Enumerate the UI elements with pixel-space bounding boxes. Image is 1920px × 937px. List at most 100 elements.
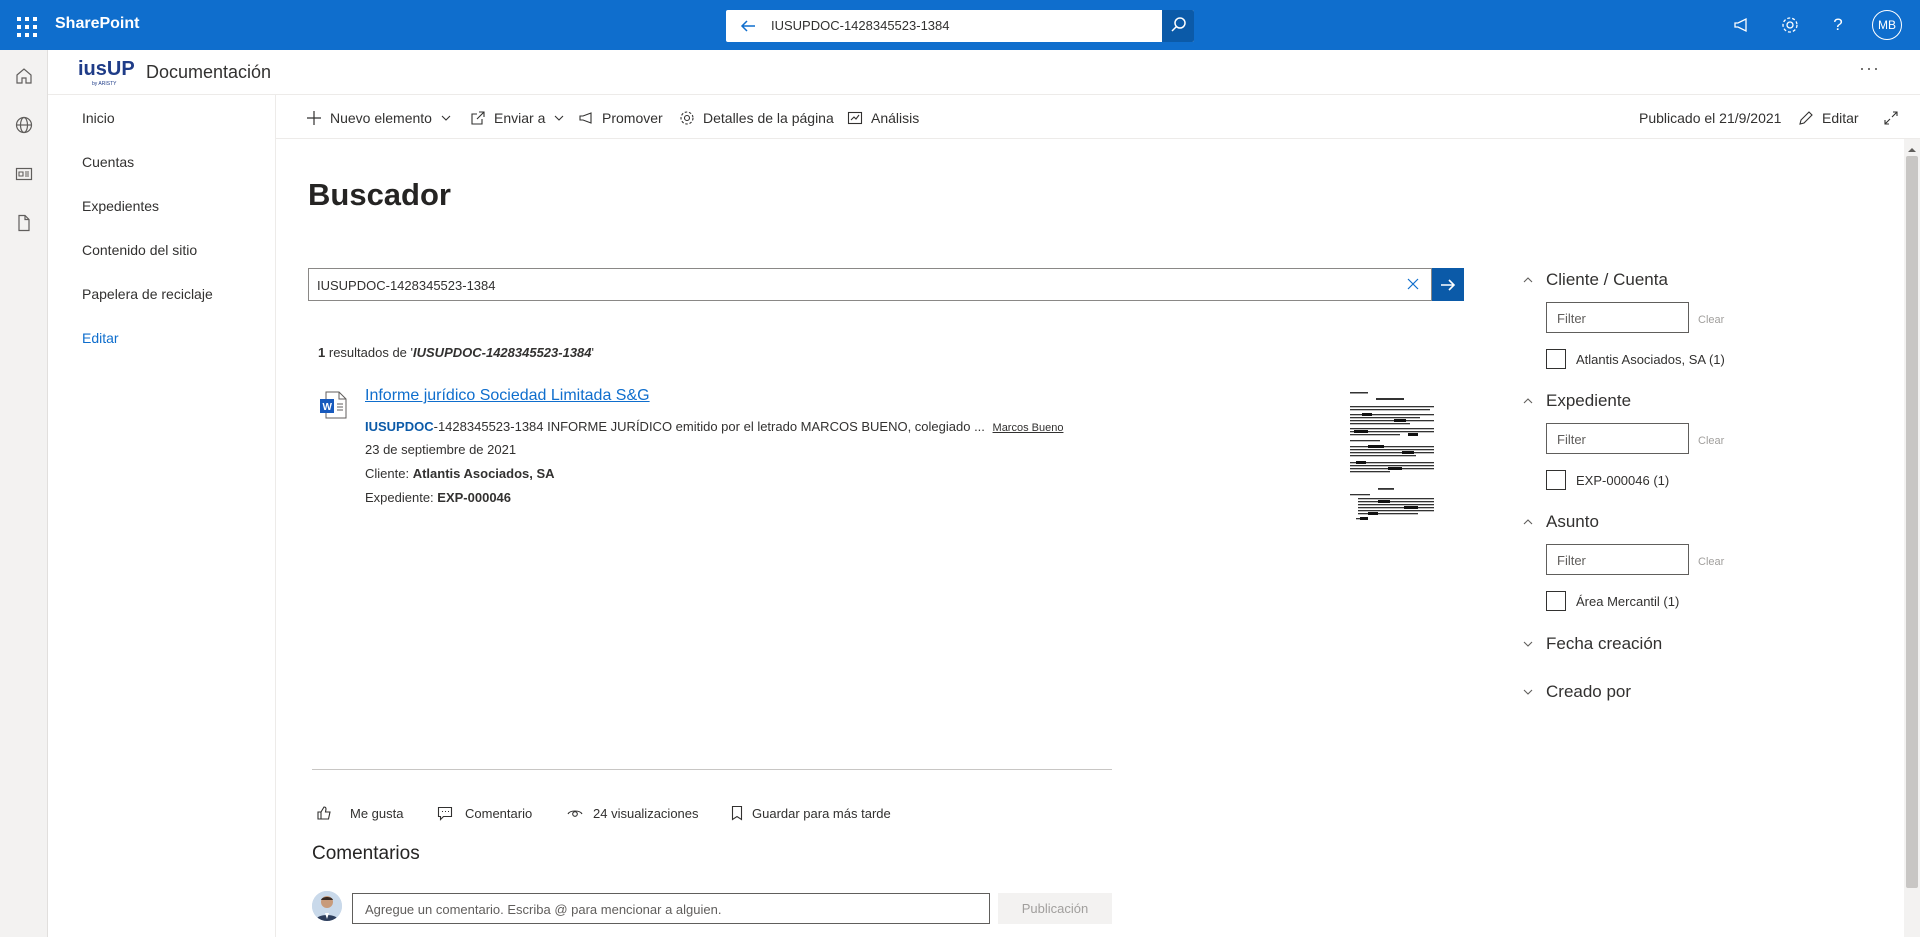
search-input-value[interactable]: IUSUPDOC-1428345523-1384 bbox=[317, 278, 496, 293]
commenter-avatar bbox=[312, 891, 342, 921]
refiner-creado-title: Creado por bbox=[1546, 682, 1632, 701]
news-icon[interactable] bbox=[12, 162, 36, 186]
eye-icon bbox=[567, 810, 583, 817]
content-divider bbox=[312, 769, 1112, 770]
scrollbar-thumb[interactable] bbox=[1906, 156, 1918, 888]
analytics-icon bbox=[847, 111, 863, 125]
arrow-right-icon bbox=[1441, 278, 1456, 291]
result-file: Expediente: EXP-000046 bbox=[365, 490, 512, 505]
page-details-button[interactable]: Detalles de la página bbox=[679, 108, 834, 128]
share-icon bbox=[471, 111, 485, 125]
nav-item-inicio[interactable]: Inicio bbox=[82, 110, 115, 126]
expand-icon[interactable] bbox=[1883, 108, 1899, 128]
nav-item-papelera[interactable]: Papelera de reciclaje bbox=[82, 286, 213, 302]
nav-item-expedientes[interactable]: Expedientes bbox=[82, 198, 159, 214]
back-arrow-icon[interactable] bbox=[738, 16, 758, 36]
suite-search-input[interactable]: IUSUPDOC-1428345523-1384 bbox=[771, 18, 950, 33]
svg-text:iusUP: iusUP bbox=[78, 58, 135, 80]
globe-icon[interactable] bbox=[12, 113, 36, 137]
search-input[interactable]: IUSUPDOC-1428345523-1384 bbox=[308, 268, 1432, 301]
site-title[interactable]: Documentación bbox=[146, 62, 271, 83]
app-bar bbox=[0, 50, 48, 937]
refiner-cliente-header[interactable]: Cliente / Cuenta bbox=[1522, 268, 1668, 292]
chevron-up-icon bbox=[1523, 519, 1533, 525]
page-title: Buscador bbox=[308, 177, 451, 212]
clear-search-icon[interactable] bbox=[1405, 276, 1421, 296]
send-to-button[interactable]: Enviar a bbox=[470, 108, 565, 128]
refiner-asunto-clear[interactable]: Clear bbox=[1698, 556, 1724, 568]
comment-label: Comentario bbox=[465, 805, 533, 821]
published-date: Publicado el 21/9/2021 bbox=[1639, 110, 1782, 126]
suite-search-button[interactable] bbox=[1162, 10, 1194, 42]
suite-search-box[interactable]: IUSUPDOC-1428345523-1384 bbox=[726, 10, 1194, 42]
refiner-asunto-header[interactable]: Asunto bbox=[1522, 510, 1599, 534]
comment-button[interactable]: Comentario bbox=[437, 803, 532, 823]
chevron-up-icon bbox=[1523, 277, 1533, 283]
published-status: Publicado el 21/9/2021 bbox=[1639, 108, 1781, 128]
site-header: iusUP by ARISTY Documentación ··· bbox=[48, 50, 1920, 95]
checkbox[interactable] bbox=[1546, 349, 1566, 369]
refiner-fecha-title: Fecha creación bbox=[1546, 634, 1663, 653]
refiner-expediente-clear[interactable]: Clear bbox=[1698, 435, 1724, 447]
edit-page-button[interactable]: Editar bbox=[1798, 108, 1859, 128]
refiner-expediente-title: Expediente bbox=[1546, 391, 1632, 410]
refiner-asunto-filter[interactable]: Filter bbox=[1546, 544, 1689, 575]
save-for-later-button[interactable]: Guardar para más tarde bbox=[730, 803, 891, 823]
like-button[interactable]: Me gusta bbox=[316, 803, 403, 823]
new-item-button[interactable]: Nuevo elemento bbox=[306, 108, 452, 128]
save-for-later-label: Guardar para más tarde bbox=[752, 805, 891, 821]
result-client: Cliente: Atlantis Asociados, SA bbox=[365, 466, 555, 481]
nav-item-cuentas[interactable]: Cuentas bbox=[82, 154, 134, 170]
result-title-link[interactable]: Informe jurídico Sociedad Limitada S&G bbox=[365, 387, 650, 405]
more-options-icon[interactable]: ··· bbox=[1859, 58, 1880, 79]
help-icon[interactable]: ? bbox=[1824, 11, 1852, 39]
result-author-link[interactable]: Marcos Bueno bbox=[993, 422, 1064, 434]
edit-page-label: Editar bbox=[1822, 110, 1859, 126]
send-to-label: Enviar a bbox=[494, 110, 546, 126]
command-bar: Nuevo elemento Enviar a Promover Detalle… bbox=[276, 95, 1920, 139]
checkbox[interactable] bbox=[1546, 591, 1566, 611]
checkbox[interactable] bbox=[1546, 470, 1566, 490]
refiner-creado-header[interactable]: Creado por bbox=[1522, 680, 1631, 704]
results-count: 1 resultados de 'IUSUPDOC-1428345523-138… bbox=[318, 345, 594, 360]
result-snippet: IUSUPDOC-1428345523-1384 INFORME JURÍDIC… bbox=[365, 419, 1064, 434]
site-logo[interactable]: iusUP by ARISTY bbox=[78, 57, 138, 87]
document-icon[interactable] bbox=[12, 211, 36, 235]
gear-icon[interactable] bbox=[1776, 11, 1804, 39]
refiner-expediente-filter[interactable]: Filter bbox=[1546, 423, 1689, 454]
comments-heading: Comentarios bbox=[312, 843, 420, 864]
refiner-expediente-option[interactable]: EXP-000046 (1) bbox=[1546, 470, 1669, 490]
page-details-label: Detalles de la página bbox=[703, 110, 834, 126]
comment-input[interactable]: Agregue un comentario. Escriba @ para me… bbox=[352, 893, 990, 924]
views-count: 24 visualizaciones bbox=[567, 803, 699, 823]
left-navigation: Inicio Cuentas Expedientes Contenido del… bbox=[48, 95, 276, 937]
post-comment-button[interactable]: Publicación bbox=[998, 893, 1112, 924]
app-brand[interactable]: SharePoint bbox=[55, 15, 139, 33]
nav-edit-link[interactable]: Editar bbox=[82, 330, 119, 346]
megaphone-icon[interactable] bbox=[1728, 11, 1756, 39]
refiner-asunto-title: Asunto bbox=[1546, 512, 1599, 531]
search-submit-button[interactable] bbox=[1432, 268, 1464, 301]
refiner-asunto-option[interactable]: Área Mercantil (1) bbox=[1546, 591, 1679, 611]
new-item-label: Nuevo elemento bbox=[330, 110, 432, 126]
views-label: 24 visualizaciones bbox=[593, 805, 699, 821]
nav-item-contenido-del-sitio[interactable]: Contenido del sitio bbox=[82, 242, 197, 258]
refiner-expediente-header[interactable]: Expediente bbox=[1522, 389, 1631, 413]
scroll-up-arrow-icon[interactable] bbox=[1906, 142, 1918, 152]
home-icon[interactable] bbox=[12, 64, 36, 88]
chevron-down-icon bbox=[1523, 641, 1533, 647]
refiner-cliente-filter[interactable]: Filter bbox=[1546, 302, 1689, 333]
promote-button[interactable]: Promover bbox=[578, 108, 663, 128]
refiner-cliente-option[interactable]: Atlantis Asociados, SA (1) bbox=[1546, 349, 1725, 369]
search-icon bbox=[1171, 17, 1186, 32]
user-avatar[interactable]: MB bbox=[1872, 10, 1902, 40]
refiner-fecha-header[interactable]: Fecha creación bbox=[1522, 632, 1662, 656]
refiner-cliente-title: Cliente / Cuenta bbox=[1546, 270, 1668, 289]
chevron-down-icon bbox=[1523, 689, 1533, 695]
plus-icon bbox=[307, 111, 321, 125]
analytics-button[interactable]: Análisis bbox=[847, 108, 919, 128]
result-thumbnail[interactable] bbox=[1348, 390, 1438, 530]
refiner-cliente-clear[interactable]: Clear bbox=[1698, 314, 1724, 326]
waffle-icon[interactable] bbox=[12, 12, 38, 38]
thumbs-up-icon bbox=[317, 806, 331, 820]
